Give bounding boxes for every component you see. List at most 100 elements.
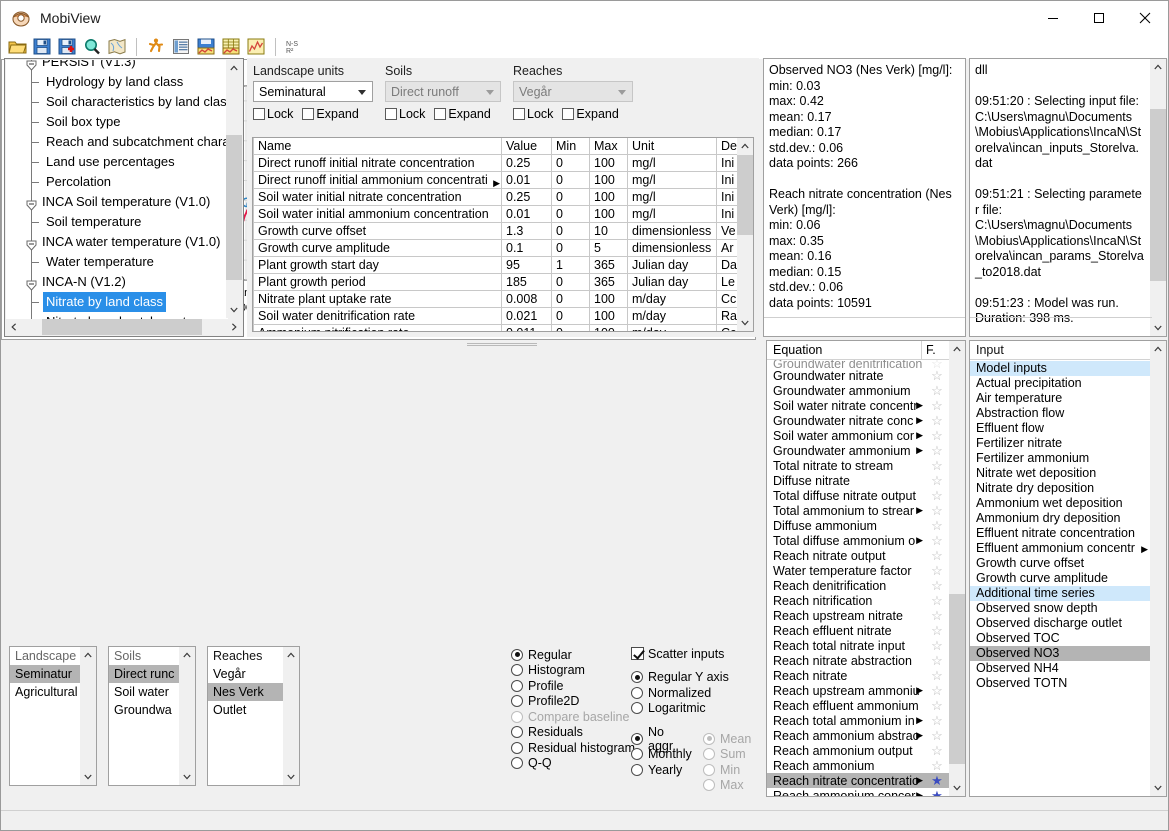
scroll-down-icon[interactable] [283,769,299,785]
tree-node-reach-and-subcatchment-charac[interactable]: Reach and subcatchment charac [6,132,228,152]
tree-node-hydrology-by-land-class[interactable]: Hydrology by land class [6,72,228,92]
param-value[interactable]: 0.01 [501,171,552,189]
radio-icon[interactable] [511,757,523,770]
y-axis-options[interactable]: Regular Y axis Normalized Logaritmic [631,670,751,717]
scroll-down-icon[interactable] [1150,780,1166,796]
favorite-star-icon[interactable]: ☆ [925,533,949,549]
col-name[interactable]: Name [253,138,502,155]
equation-row[interactable]: Reach nitrate concentratio ▶ ★ [767,773,949,788]
equation-row[interactable]: Groundwater nitrate ☆ [767,368,949,383]
scroll-down-icon[interactable] [226,302,242,318]
input-vscrollbar[interactable] [1150,341,1166,796]
favorite-star-icon[interactable]: ☆ [925,608,949,624]
param-value[interactable]: 185 [501,273,552,291]
favorite-star-icon[interactable]: ☆ [925,503,949,519]
scroll-up-icon[interactable] [1150,59,1166,75]
input-list-item[interactable]: Ammonium dry deposition [970,511,1150,526]
reaches-combo[interactable]: Vegår [513,81,633,102]
equation-row[interactable]: Total diffuse nitrate output ☆ [767,488,949,503]
input-list-item[interactable]: Growth curve offset [970,556,1150,571]
equation-row[interactable]: Water temperature factor ☆ [767,563,949,578]
input-list-item[interactable]: Abstraction flow [970,406,1150,421]
equation-row[interactable]: Total nitrate to stream ☆ [767,458,949,473]
input-list-item[interactable]: Observed snow depth [970,601,1150,616]
favorite-star-icon[interactable]: ☆ [925,368,949,384]
scroll-down-icon[interactable] [80,769,96,785]
tree-node-soil-box-type[interactable]: Soil box type [6,112,228,132]
equation-col-header[interactable]: Equation [767,341,921,359]
equation-row[interactable]: Reach total ammonium in ▶ ☆ [767,713,949,728]
param-value[interactable]: 0.25 [501,188,552,206]
landscape-units-expand-checkbox[interactable] [302,108,315,120]
favorite-star-icon[interactable]: ★ [925,788,949,797]
tree-node-land-use-percentages[interactable]: Land use percentages [6,152,228,172]
favorite-star-icon[interactable]: ☆ [925,638,949,654]
favorite-star-icon[interactable]: ☆ [925,473,949,489]
scroll-up-icon[interactable] [283,647,299,663]
open-folder-icon[interactable] [6,36,28,58]
col-min[interactable]: Min [551,138,590,155]
index-list-soils[interactable]: Soils Direct runc▶Soil waterGroundwa▶ [108,646,196,786]
plot-mode-profile[interactable]: Profile [511,678,636,694]
favorite-star-icon[interactable]: ☆ [925,758,949,774]
input-list-item[interactable]: Ammonium wet deposition [970,496,1150,511]
tree-expander-icon[interactable] [26,197,37,211]
param-value[interactable]: 1.3 [501,222,552,240]
radio-icon[interactable] [511,726,523,739]
equation-row[interactable]: Groundwater denitrification ☆ [767,360,949,368]
scroll-up-icon[interactable] [226,60,242,76]
radio-icon[interactable] [631,686,643,699]
input-list-item[interactable]: Air temperature [970,391,1150,406]
landscape-vscrollbar[interactable] [80,647,96,785]
favorite-star-icon[interactable]: ☆ [925,668,949,684]
save-plot-icon[interactable] [195,36,217,58]
reaches-expand-checkbox[interactable] [562,108,575,120]
table-row[interactable]: Growth curve offset 1.3 0 10 dimensionless Ve… [253,222,749,240]
col-unit[interactable]: Unit [627,138,717,155]
param-value[interactable]: 0.25 [501,154,552,172]
parameter-table[interactable]: Name Value Min Max Unit Des Direct runof… [252,137,754,332]
parameter-grid[interactable]: Name Value Min Max Unit Des Direct runof… [253,138,749,331]
log-vscrollbar[interactable] [1150,59,1166,336]
radio-icon[interactable] [511,695,523,708]
aggregation-yearly[interactable]: Yearly [631,762,691,778]
close-icon[interactable] [1122,1,1168,34]
table-row[interactable]: Soil water denitrification rate 0.021 0 100… [253,307,749,325]
equation-vscrollbar[interactable] [949,341,965,796]
input-list-item[interactable]: Effluent flow [970,421,1150,436]
plot-mode-q-q[interactable]: Q-Q [511,756,636,772]
equation-row[interactable]: Reach effluent ammonium ☆ [767,698,949,713]
scroll-down-icon[interactable] [737,315,753,331]
tree-expander-icon[interactable] [26,277,37,291]
scroll-left-icon[interactable] [6,319,22,335]
parameter-splitter[interactable] [427,335,577,346]
equation-row[interactable]: Reach ammonium output ☆ [767,743,949,758]
run-model-icon[interactable] [145,36,167,58]
equation-row[interactable]: Reach total nitrate input ☆ [767,638,949,653]
tree-node-inca-n-v1-2[interactable]: INCA-N (V1.2) [6,272,228,292]
input-list-item[interactable]: Observed NO3 [970,646,1150,661]
scroll-up-icon[interactable] [737,138,753,154]
favorite-star-icon[interactable]: ☆ [925,383,949,399]
radio-icon[interactable] [631,748,643,761]
equation-row[interactable]: Reach upstream nitrate ☆ [767,608,949,623]
radio-icon[interactable] [631,702,643,715]
favorite-star-icon[interactable]: ☆ [925,443,949,459]
favorite-star-icon[interactable]: ☆ [925,743,949,759]
favorite-star-icon[interactable]: ☆ [925,653,949,669]
scroll-down-icon[interactable] [179,769,195,785]
equation-row[interactable]: Diffuse nitrate ☆ [767,473,949,488]
favorite-star-icon[interactable]: ☆ [925,360,949,368]
favorite-star-icon[interactable]: ☆ [925,713,949,729]
favorite-star-icon[interactable]: ☆ [925,428,949,444]
scroll-up-icon[interactable] [949,341,965,357]
log-panel[interactable]: dll 09:51:20 : Selecting input file: C:\… [969,58,1167,337]
plot-mode-residual-histogram[interactable]: Residual histogram [511,740,636,756]
log-icon[interactable] [170,36,192,58]
scroll-down-icon[interactable] [1150,320,1166,336]
favorite-star-icon[interactable]: ☆ [925,563,949,579]
param-value[interactable]: 0.021 [501,307,552,325]
tree-hscrollbar[interactable] [6,319,242,335]
search-icon[interactable] [81,36,103,58]
landscape-units-lock-checkbox[interactable] [253,108,265,120]
